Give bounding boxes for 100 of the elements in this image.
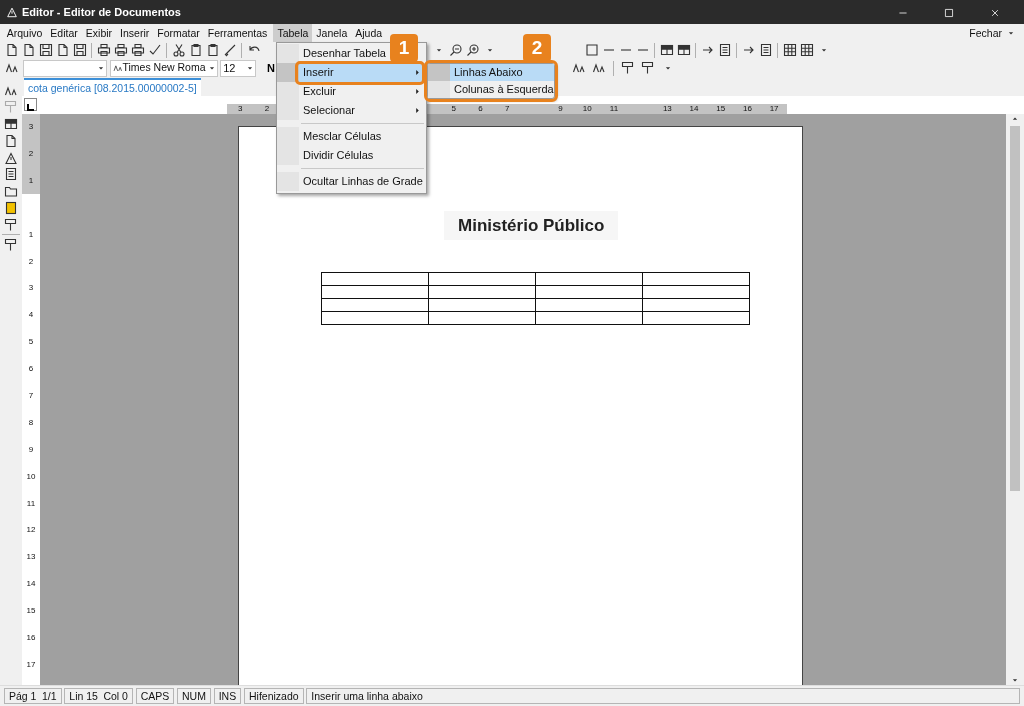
warning-icon[interactable] xyxy=(4,150,18,165)
submenu-arrow-icon xyxy=(413,68,422,77)
list-icon[interactable] xyxy=(4,167,18,182)
menu-item[interactable]: Linhas Abaixo xyxy=(428,64,554,81)
menu-item[interactable]: Inserir xyxy=(116,24,154,42)
menu-item[interactable]: Selecionar xyxy=(277,101,426,120)
menu-item[interactable]: Editar xyxy=(46,24,82,42)
window-title: Editor - Editor de Documentos xyxy=(22,4,182,20)
font-icon xyxy=(112,63,123,74)
save-icon[interactable] xyxy=(38,43,53,58)
menu-item[interactable]: Excluir xyxy=(277,82,426,101)
ruler-number: 3 xyxy=(28,121,34,134)
menu-item[interactable]: Ferramentas xyxy=(203,24,272,42)
document-icon[interactable] xyxy=(55,43,70,58)
save-icon[interactable] xyxy=(72,43,87,58)
paint-roller-icon[interactable] xyxy=(4,238,18,253)
menu-item[interactable]: Arquivo xyxy=(2,24,47,42)
menu-item[interactable]: Tabela xyxy=(273,24,313,42)
ruler-number: 17 xyxy=(26,658,36,671)
status-text: 1/1 xyxy=(41,689,57,703)
tab-stop-icon xyxy=(25,102,36,114)
zoom-out-icon[interactable] xyxy=(448,43,463,58)
scrollbar-thumb[interactable] xyxy=(1010,125,1020,491)
close-document-button[interactable]: Fechar xyxy=(965,24,1006,42)
status-text: CAPS xyxy=(140,689,170,703)
ruler-number: 15 xyxy=(716,103,726,113)
list-icon[interactable] xyxy=(758,43,773,58)
ruler-number: 3 xyxy=(238,103,243,113)
table-icon[interactable] xyxy=(676,43,691,58)
ruler-number: 10 xyxy=(26,470,36,483)
tab-stop-button[interactable] xyxy=(24,97,37,111)
status-text: Hifenizado xyxy=(248,689,299,703)
menu-item[interactable]: Mesclar Células xyxy=(277,127,426,146)
ruler-number: 16 xyxy=(26,632,36,644)
font-dropdown[interactable]: Times New Roma xyxy=(109,59,218,77)
scissors-icon[interactable] xyxy=(171,43,186,58)
close-icon xyxy=(990,7,1000,18)
document-icon[interactable] xyxy=(21,43,36,58)
menu-item[interactable]: Dividir Células xyxy=(277,146,426,165)
grid-icon[interactable] xyxy=(782,43,797,58)
font-name: Times New Roma xyxy=(122,60,207,76)
ruler-number: 6 xyxy=(28,363,34,376)
ruler-number: 15 xyxy=(26,605,36,618)
submenu-arrow-icon xyxy=(413,106,422,115)
clipboard-icon[interactable] xyxy=(205,43,220,58)
printer-icon[interactable] xyxy=(130,43,145,58)
folder-icon[interactable] xyxy=(4,184,18,199)
document-icon[interactable] xyxy=(4,133,18,148)
list-icon[interactable] xyxy=(717,43,732,58)
ruler-number: 13 xyxy=(26,551,36,564)
paint-roller-icon[interactable] xyxy=(4,217,18,232)
ruler-number: 5 xyxy=(451,103,457,113)
clipboard-icon[interactable] xyxy=(188,43,203,58)
ruler-number: 2 xyxy=(28,255,34,268)
bold-button[interactable]: N xyxy=(267,60,275,77)
ruler-number: 16 xyxy=(742,103,752,113)
ruler-number: 4 xyxy=(28,309,34,322)
step-badge: 2 xyxy=(523,34,551,62)
zoom-in-icon[interactable] xyxy=(465,43,480,58)
status-text: Inserir uma linha abaixo xyxy=(311,689,423,703)
paint-roller-icon[interactable] xyxy=(640,61,655,76)
printer-icon[interactable] xyxy=(113,43,128,58)
document-tab[interactable]: cota genérica [08.2015.00000002-5] xyxy=(24,77,201,96)
ruler-number: 12 xyxy=(26,524,36,537)
grid-icon[interactable] xyxy=(799,43,814,58)
ruler-number: 6 xyxy=(478,103,483,113)
ruler-number: 11 xyxy=(26,497,36,510)
menu-item[interactable]: Ajuda xyxy=(351,24,387,42)
status-text: NUM xyxy=(182,689,206,703)
ruler-number: 5 xyxy=(28,336,34,349)
ruler-number: 7 xyxy=(505,103,510,113)
document-icon[interactable] xyxy=(4,200,18,215)
app-logo-icon xyxy=(6,6,18,18)
status-text: Col 0 xyxy=(103,689,128,703)
menu-item[interactable]: Colunas à Esquerda xyxy=(428,81,554,98)
ruler-number: 14 xyxy=(26,578,36,591)
menu-item[interactable]: Exibir xyxy=(81,24,117,42)
table-icon[interactable] xyxy=(4,117,18,132)
ruler-number: 1 xyxy=(28,228,34,241)
ruler-number: 11 xyxy=(609,103,619,113)
ruler-number: 2 xyxy=(28,147,34,160)
status-text: Pág 1 xyxy=(9,689,37,703)
menu-item[interactable]: Ocultar Linhas de Grade xyxy=(277,172,426,191)
status-text: Lin 15 xyxy=(69,689,98,703)
document-heading: Ministério Público xyxy=(444,210,619,241)
font-size-dropdown[interactable]: 12 xyxy=(220,59,257,77)
step-badge: 1 xyxy=(390,34,418,62)
menu-item[interactable]: Formatar xyxy=(153,24,204,42)
ruler-number: 2 xyxy=(264,103,270,113)
ruler-number: 14 xyxy=(689,103,699,113)
menu-item[interactable]: Janela xyxy=(312,24,352,42)
ruler-number: 13 xyxy=(662,103,672,113)
ruler-number: 9 xyxy=(28,443,34,456)
table-icon[interactable] xyxy=(659,43,674,58)
ruler-number: 3 xyxy=(28,282,34,295)
paint-roller-icon[interactable] xyxy=(621,61,636,76)
document-icon[interactable] xyxy=(4,43,19,58)
printer-icon[interactable] xyxy=(96,43,111,58)
ruler-number: 8 xyxy=(28,416,34,429)
ruler-number: 7 xyxy=(28,389,34,402)
